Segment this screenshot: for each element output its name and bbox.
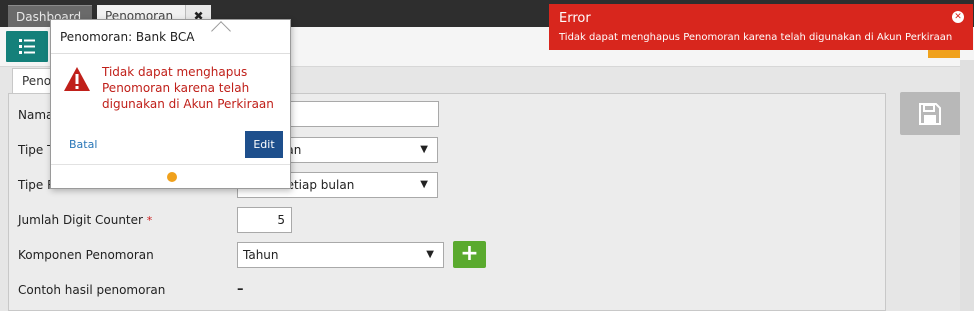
popover-arrow <box>211 21 231 41</box>
toast-title: Error <box>559 11 591 26</box>
toast-message: Tidak dapat menghapus Penomoran karena t… <box>559 32 953 43</box>
delete-error-popover: Penomoran: Bank BCA Tidak dapat menghapu… <box>50 19 291 189</box>
menu-list-button[interactable] <box>6 31 48 62</box>
required-marker: * <box>146 214 153 227</box>
label-jumlah-digit-text: Jumlah Digit Counter <box>18 213 143 227</box>
label-contoh: Contoh hasil penomoran <box>18 283 166 297</box>
vertical-scrollbar[interactable] <box>960 60 974 311</box>
chevron-down-icon: ▼ <box>420 179 428 190</box>
chevron-down-icon: ▼ <box>426 249 434 260</box>
divider <box>51 53 290 54</box>
label-komponen: Komponen Penomoran <box>18 248 154 262</box>
cancel-link[interactable]: Batal <box>69 138 97 151</box>
edit-button[interactable]: Edit <box>245 131 283 158</box>
error-toast: Error Tidak dapat menghapus Penomoran ka… <box>549 4 973 50</box>
label-jumlah-digit: Jumlah Digit Counter * <box>18 213 152 227</box>
divider <box>51 164 290 165</box>
popover-title: Penomoran: Bank BCA <box>60 30 195 44</box>
save-button[interactable] <box>900 92 961 135</box>
list-icon <box>19 39 35 54</box>
close-icon[interactable]: ✕ <box>952 11 964 23</box>
label-nama: Nama <box>18 108 54 122</box>
komponen-select[interactable]: Tahun ▼ <box>237 242 444 268</box>
chevron-down-icon: ▼ <box>420 144 428 155</box>
status-dot-indicator <box>167 172 177 182</box>
komponen-value: Tahun <box>243 248 279 262</box>
add-komponen-button[interactable]: + <box>453 241 486 268</box>
contoh-value: – <box>237 282 244 297</box>
jumlah-digit-input[interactable]: 5 <box>237 207 292 233</box>
floppy-disk-icon <box>919 103 941 125</box>
warning-triangle-icon <box>64 67 90 91</box>
popover-message: Tidak dapat menghapus Penomoran karena t… <box>102 65 274 111</box>
